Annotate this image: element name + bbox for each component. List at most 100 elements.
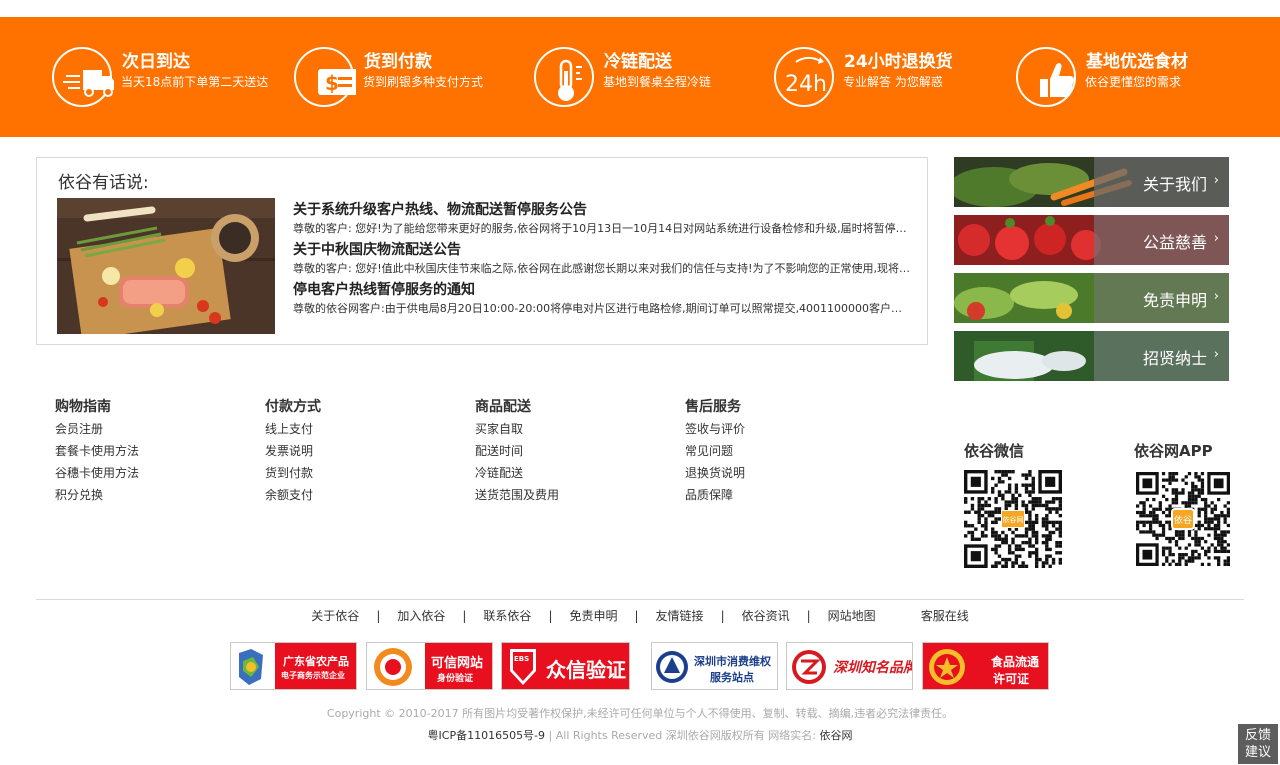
bottom-nav-link[interactable]: 联系依谷 (483, 609, 531, 623)
footer-column-delivery: 商品配送 买家自取 配送时间 冷链配送 送货范围及费用 (475, 396, 675, 506)
badge-line1: 广东省农产品 (283, 655, 349, 668)
badge-line1: 食品流通 (991, 655, 1040, 669)
badge-line1: 众信验证 (546, 658, 626, 682)
footer-column-title: 付款方式 (265, 399, 321, 415)
badge-shenzhen-consumer[interactable]: 深圳市消费维权 服务站点 (651, 642, 778, 690)
food-photo (57, 198, 275, 334)
news-title[interactable]: 关于系统升级客户热线、物流配送暂停服务公告 (293, 199, 913, 219)
badge-line1: 深圳知名品牌 (833, 660, 913, 676)
side-card-label: 公益慈善 (1142, 233, 1207, 252)
badge-trusted-site[interactable]: 可信网站 身份验证 (366, 642, 493, 690)
footer-column-title: 商品配送 (475, 399, 531, 415)
rights-text: All Rights Reserved 深圳依谷网版权所有 网络实名: (555, 729, 816, 742)
footer-link[interactable]: 余额支付 (265, 484, 465, 506)
app-qr-code: 依谷 (1136, 472, 1230, 566)
chevron-right-icon: › (1213, 173, 1219, 188)
footer-link[interactable]: 线上支付 (265, 418, 465, 440)
24h-icon-text: 24h (785, 72, 827, 97)
service-desc: 当天18点前下单第二天送达 (121, 75, 269, 89)
bottom-nav-link[interactable]: 免责申明 (569, 609, 617, 623)
thumbs-up-icon (1016, 47, 1076, 107)
badge-zhongxin[interactable]: EBS 众信验证 (501, 642, 630, 690)
footer-link[interactable]: 积分兑换 (55, 484, 255, 506)
side-card-charity[interactable]: 公益慈善 › (954, 215, 1229, 265)
side-card-label: 关于我们 (1142, 175, 1207, 194)
badge-line2: 服务站点 (710, 671, 754, 684)
news-item[interactable]: 关于系统升级客户热线、物流配送暂停服务公告 尊敬的客户: 您好!为了能给您带来更… (293, 199, 913, 236)
service-title: 24小时退换货 (844, 52, 953, 72)
chevron-right-icon: › (1213, 289, 1219, 304)
nav-separator: | (462, 609, 467, 623)
footer-link[interactable]: 冷链配送 (475, 462, 675, 484)
service-title: 次日到达 (122, 52, 190, 72)
footer-link[interactable]: 谷穗卡使用方法 (55, 462, 255, 484)
footer-divider (36, 599, 1244, 600)
footer-link[interactable]: 签收与评价 (685, 418, 885, 440)
news-heading: 依谷有话说: (58, 173, 149, 193)
footer-link[interactable]: 发票说明 (265, 440, 465, 462)
nav-separator: | (720, 609, 725, 623)
footer-link[interactable]: 货到付款 (265, 462, 465, 484)
badge-guangdong-agri[interactable]: 广东省农产品 电子商务示范企业 (230, 642, 357, 690)
bottom-nav-link[interactable]: 加入依谷 (397, 609, 445, 623)
bottom-nav-link[interactable]: 关于依谷 (311, 609, 359, 623)
nav-separator: | (634, 609, 639, 623)
bottom-nav: 关于依谷 | 加入依谷 | 联系依谷 | 免责申明 | 友情链接 | 依谷资讯 | 网站地图 客服在线 (0, 607, 1280, 625)
footer-link[interactable]: 退换货说明 (685, 462, 885, 484)
side-card-disclaimer[interactable]: 免责申明 › (954, 273, 1229, 323)
icp-record[interactable]: 粤ICP备11016505号-9 (428, 729, 546, 742)
badge-line2: 电子商务示范企业 (281, 671, 345, 680)
bottom-nav-link[interactable]: 网站地图 (828, 609, 876, 623)
service-desc: 依谷更懂您的需求 (1085, 75, 1182, 89)
icp-separator: | (548, 729, 553, 742)
footer-column-payment: 付款方式 线上支付 发票说明 货到付款 余额支付 (265, 396, 465, 506)
footer-link[interactable]: 买家自取 (475, 418, 675, 440)
side-card-recruit[interactable]: 招贤纳士 › (954, 331, 1229, 381)
news-title[interactable]: 关于中秋国庆物流配送公告 (293, 239, 913, 259)
footer-link[interactable]: 配送时间 (475, 440, 675, 462)
side-card-label: 免责申明 (1142, 291, 1207, 310)
footer-link[interactable]: 常见问题 (685, 440, 885, 462)
svg-text:$: $ (325, 71, 339, 95)
thermometer-icon (534, 47, 594, 107)
footer-link[interactable]: 送货范围及费用 (475, 484, 675, 506)
realname-link[interactable]: 依谷网 (819, 729, 852, 742)
news-panel: 依谷有话说: 关于系统升级客户热线、物流配送暂停服务公告 尊敬的客户: 您好!为… (36, 157, 928, 345)
24h-icon: 24h (774, 47, 834, 107)
app-qr-logo: 依谷 (1171, 508, 1195, 530)
news-item[interactable]: 关于中秋国庆物流配送公告 尊敬的客户: 您好!值此中秋国庆佳节来临之际,依谷网在… (293, 239, 913, 276)
bottom-nav-link[interactable]: 客服在线 (921, 609, 969, 623)
chevron-right-icon: › (1213, 347, 1219, 362)
bottom-nav-link[interactable]: 友情链接 (656, 609, 704, 623)
service-title: 基地优选食材 (1086, 52, 1188, 72)
footer-column-title: 售后服务 (685, 399, 741, 415)
service-band: 次日到达 当天18点前下单第二天送达 $ 货到付款 货到刷银多种支付方式 冷链配… (0, 17, 1280, 137)
badge-line2: 许可证 (993, 672, 1030, 686)
copyright-text: Copyright © 2010-2017 所有图片均受著作权保护,未经许可任何… (326, 707, 954, 720)
feedback-button[interactable]: 反馈 建议 (1238, 724, 1278, 764)
service-desc: 货到刷银多种支付方式 (363, 75, 484, 89)
footer-column-shopping-guide: 购物指南 会员注册 套餐卡使用方法 谷穗卡使用方法 积分兑换 (55, 396, 255, 506)
money-card-icon: $ (294, 47, 356, 107)
nav-separator: | (806, 609, 811, 623)
news-title[interactable]: 停电客户热线暂停服务的通知 (293, 279, 913, 299)
icp-line: 粤ICP备11016505号-9 | All Rights Reserved 深… (0, 727, 1280, 743)
nav-separator: | (548, 609, 553, 623)
side-card-about-us[interactable]: 关于我们 › (954, 157, 1229, 207)
news-summary: 尊敬的依谷网客户:由于供电局8月20日10:00-20:00将停电对片区进行电路… (293, 302, 913, 315)
bottom-nav-link[interactable]: 依谷资讯 (742, 609, 790, 623)
footer-column-after-sales: 售后服务 签收与评价 常见问题 退换货说明 品质保障 (685, 396, 885, 506)
wechat-qr-title: 依谷微信 (964, 442, 1025, 460)
feedback-line1: 反馈 (1244, 728, 1271, 743)
footer-column-title: 购物指南 (55, 399, 111, 415)
badge-food-license[interactable]: 食品流通 许可证 (922, 642, 1049, 690)
footer-link[interactable]: 会员注册 (55, 418, 255, 440)
footer-link[interactable]: 品质保障 (685, 484, 885, 506)
news-item[interactable]: 停电客户热线暂停服务的通知 尊敬的依谷网客户:由于供电局8月20日10:00-2… (293, 279, 913, 316)
wechat-qr-code: 依谷网 (964, 470, 1062, 568)
footer-link[interactable]: 套餐卡使用方法 (55, 440, 255, 462)
side-card-label: 招贤纳士 (1142, 349, 1207, 368)
news-summary: 尊敬的客户: 您好!为了能给您带来更好的服务,依谷网将于10月13日一10月14… (293, 222, 913, 235)
badge-line2: 身份验证 (437, 674, 474, 684)
badge-shenzhen-brand[interactable]: 深圳知名品牌 (786, 642, 913, 690)
